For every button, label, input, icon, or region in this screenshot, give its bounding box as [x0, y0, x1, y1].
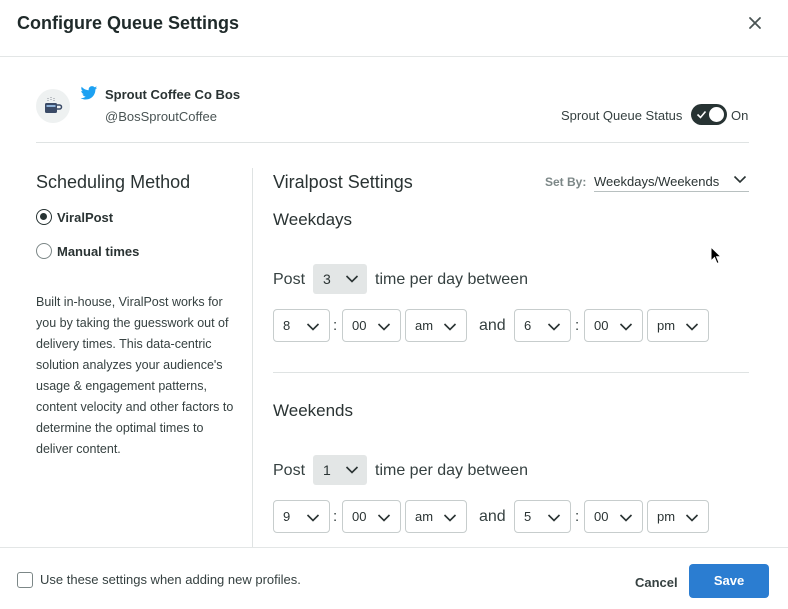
weekdays-title: Weekdays: [273, 210, 353, 229]
weekdays-count-select[interactable]: 3: [313, 264, 367, 294]
section-divider: [273, 372, 749, 373]
radio-button[interactable]: [36, 209, 52, 225]
queue-status-state: On: [731, 108, 749, 123]
column-divider: [252, 168, 253, 548]
chevron-down-icon: [345, 275, 359, 283]
select-value: 8: [283, 318, 291, 333]
radio-button[interactable]: [36, 243, 52, 259]
viralpost-settings-title: Viralpost Settings: [273, 172, 413, 192]
select-value: am: [415, 318, 434, 333]
chevron-down-icon: [443, 514, 457, 522]
use-settings-label: Use these settings when adding new profi…: [40, 572, 301, 587]
viralpost-description: Built in-house, ViralPost works for you …: [36, 295, 234, 456]
queue-status-toggle[interactable]: [691, 104, 727, 125]
chevron-down-icon: [306, 323, 320, 331]
coffee-cup-icon: [45, 97, 63, 113]
weekdays-end-hour-select[interactable]: 6: [514, 309, 571, 342]
time-colon: :: [333, 317, 338, 334]
weekends-start-hour-select[interactable]: 9: [273, 500, 330, 533]
chevron-down-icon: [443, 323, 457, 331]
select-value: 6: [524, 318, 532, 333]
select-value: 00: [352, 509, 367, 524]
dialog-footer: Use these settings when adding new profi…: [0, 547, 788, 609]
check-icon: [696, 106, 707, 123]
weekends-count-select[interactable]: 1: [313, 455, 367, 485]
select-value: pm: [657, 509, 676, 524]
scheduling-method-title: Scheduling Method: [36, 172, 191, 192]
close-icon[interactable]: [745, 14, 765, 34]
weekends-title: Weekends: [273, 401, 354, 420]
select-value: 1: [323, 462, 331, 478]
time-colon: :: [575, 317, 580, 334]
time-colon: :: [333, 508, 338, 525]
weekends-start-ampm-select[interactable]: am: [405, 500, 467, 533]
time-colon: :: [575, 508, 580, 525]
radio-label: ViralPost: [57, 209, 114, 225]
chevron-down-icon: [685, 514, 699, 522]
avatar: [36, 89, 70, 123]
set-by-label: Set By:: [545, 175, 587, 189]
select-value: pm: [657, 318, 676, 333]
chevron-down-icon: [377, 514, 391, 522]
per-day-label: time per day between: [375, 462, 528, 479]
weekdays-start-minute-select[interactable]: 00: [342, 309, 401, 342]
set-by-select[interactable]: Weekdays/Weekends: [594, 172, 749, 192]
dialog-title: Configure Queue Settings: [17, 13, 240, 33]
chevron-down-icon: [377, 323, 391, 331]
queue-status-label: Sprout Queue Status: [561, 108, 683, 123]
select-value: 00: [352, 318, 367, 333]
chevron-down-icon: [547, 514, 561, 522]
weekends-end-ampm-select[interactable]: pm: [647, 500, 709, 533]
mouse-cursor-icon: [710, 245, 723, 270]
chevron-down-icon: [685, 323, 699, 331]
divider: [36, 142, 749, 143]
chevron-down-icon: [345, 466, 359, 474]
chevron-down-icon: [306, 514, 320, 522]
twitter-icon: [80, 86, 98, 100]
weekdays-start-ampm-select[interactable]: am: [405, 309, 467, 342]
radio-viralpost[interactable]: ViralPost: [36, 209, 113, 225]
post-label: Post: [273, 271, 306, 288]
save-button[interactable]: Save: [689, 564, 769, 598]
radio-manual-times[interactable]: Manual times: [36, 243, 139, 259]
weekends-end-minute-select[interactable]: 00: [584, 500, 643, 533]
post-label: Post: [273, 462, 306, 479]
set-by-value: Weekdays/Weekends: [594, 174, 720, 189]
toggle-knob: [709, 107, 724, 122]
weekends-start-minute-select[interactable]: 00: [342, 500, 401, 533]
select-value: 9: [283, 509, 291, 524]
weekdays-end-ampm-select[interactable]: pm: [647, 309, 709, 342]
use-settings-checkbox[interactable]: [17, 572, 33, 588]
select-value: 00: [594, 509, 609, 524]
select-value: am: [415, 509, 434, 524]
select-value: 3: [323, 271, 331, 287]
and-label: and: [479, 317, 506, 334]
chevron-down-icon: [619, 323, 633, 331]
radio-label: Manual times: [57, 243, 140, 259]
chevron-down-icon: [619, 514, 633, 522]
dialog-header: Configure Queue Settings: [0, 0, 788, 57]
weekdays-start-hour-select[interactable]: 8: [273, 309, 330, 342]
weekdays-end-minute-select[interactable]: 00: [584, 309, 643, 342]
profile-handle: @BosSproutCoffee: [105, 109, 217, 124]
select-value: 00: [594, 318, 609, 333]
and-label: and: [479, 508, 506, 525]
cancel-button[interactable]: Cancel: [635, 575, 678, 590]
chevron-down-icon: [547, 323, 561, 331]
chevron-down-icon: [733, 172, 747, 189]
select-value: 5: [524, 509, 532, 524]
profile-name: Sprout Coffee Co Bos: [105, 87, 241, 102]
weekends-end-hour-select[interactable]: 5: [514, 500, 571, 533]
per-day-label: time per day between: [375, 271, 528, 288]
